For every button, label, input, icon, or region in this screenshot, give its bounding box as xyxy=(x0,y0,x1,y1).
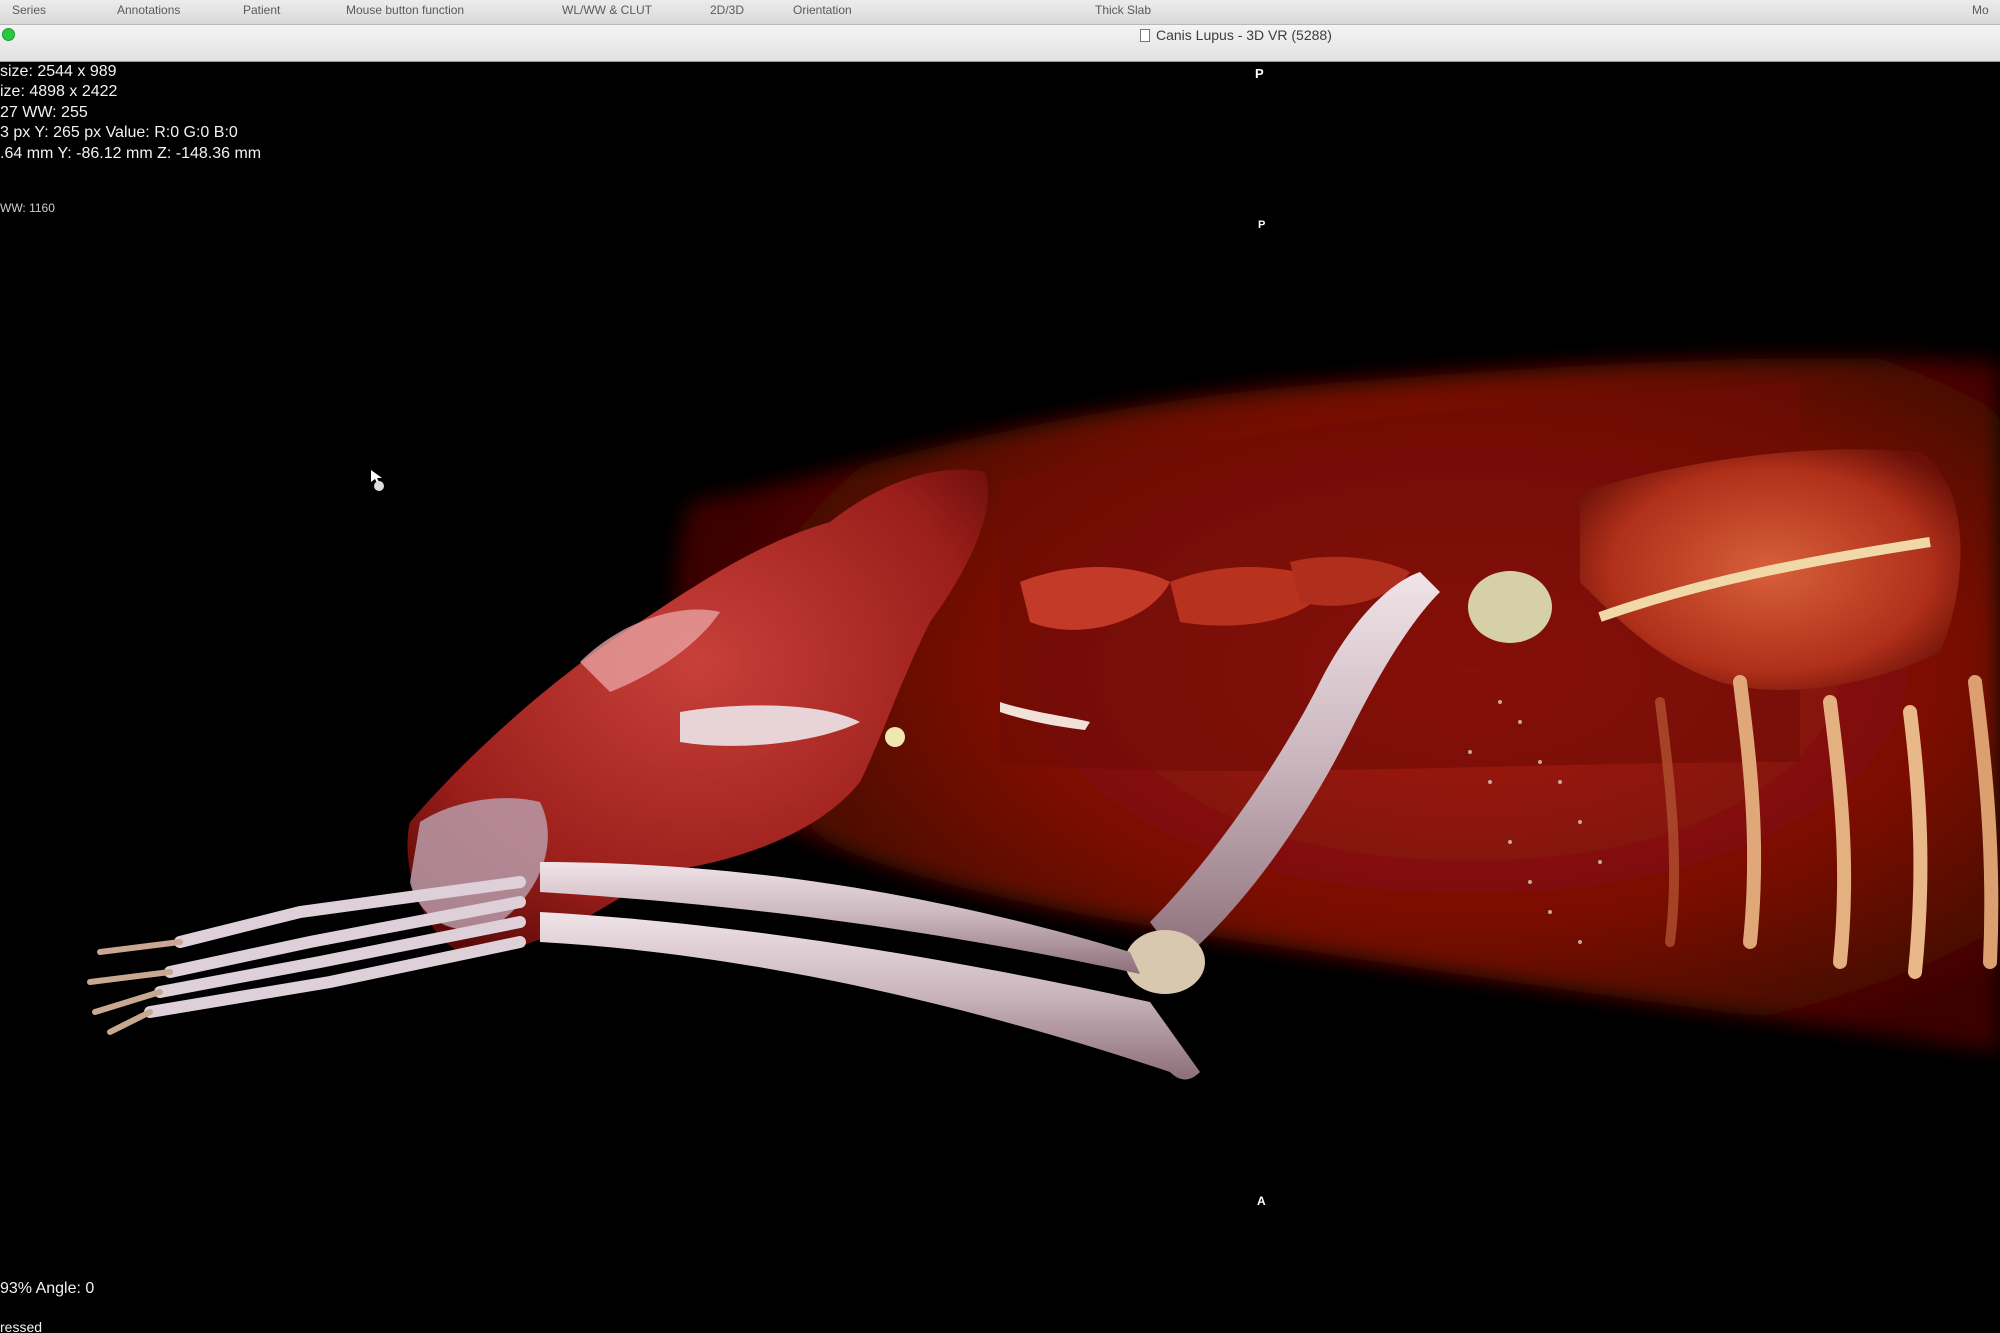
toolbar-mouse-button-function[interactable]: Mouse button function xyxy=(346,3,464,17)
overlay-view-size: ize: 4898 x 2422 xyxy=(0,83,118,100)
toolbar-orientation[interactable]: Orientation xyxy=(793,3,852,17)
overlay-wl-ww: 27 WW: 255 xyxy=(0,104,88,121)
3d-viewport[interactable]: size: 2544 x 989 ize: 4898 x 2422 27 WW:… xyxy=(0,62,2000,1333)
toolbar-series[interactable]: Series xyxy=(12,3,46,17)
toolbar: Series Annotations Patient Mouse button … xyxy=(0,0,2000,25)
overlay-pressed: ressed xyxy=(0,1319,43,1333)
toolbar-more[interactable]: Mo xyxy=(1972,3,1989,17)
window-close-button[interactable] xyxy=(2,28,15,41)
orientation-top-label: P xyxy=(1255,66,1264,81)
toolbar-thick-slab[interactable]: Thick Slab xyxy=(1095,3,1151,17)
toolbar-annotations[interactable]: Annotations xyxy=(117,3,180,17)
volume-render xyxy=(87,358,2000,1080)
mouse-cursor-icon xyxy=(371,470,384,491)
overlay-image-size: size: 2544 x 989 xyxy=(0,63,117,80)
toolbar-patient[interactable]: Patient xyxy=(243,3,280,17)
toolbar-2d-3d[interactable]: 2D/3D xyxy=(710,3,744,17)
toolbar-wl-ww-clut[interactable]: WL/WW & CLUT xyxy=(562,3,652,17)
overlay-zoom-angle: 93% Angle: 0 xyxy=(0,1280,95,1297)
orientation-top-inner-label: P xyxy=(1258,219,1266,231)
document-icon xyxy=(1140,29,1150,42)
overlay-ww-small: WW: 1160 xyxy=(0,201,55,215)
window-titlebar: Canis Lupus - 3D VR (5288) xyxy=(0,25,2000,62)
overlay-mm-position: .64 mm Y: -86.12 mm Z: -148.36 mm xyxy=(0,145,262,162)
window-title: Canis Lupus - 3D VR (5288) xyxy=(1156,27,1332,43)
window-title-wrapper: Canis Lupus - 3D VR (5288) xyxy=(1140,27,1332,43)
orientation-bottom-label: A xyxy=(1257,1194,1266,1208)
overlay-pixel-value: 3 px Y: 265 px Value: R:0 G:0 B:0 xyxy=(0,124,238,141)
